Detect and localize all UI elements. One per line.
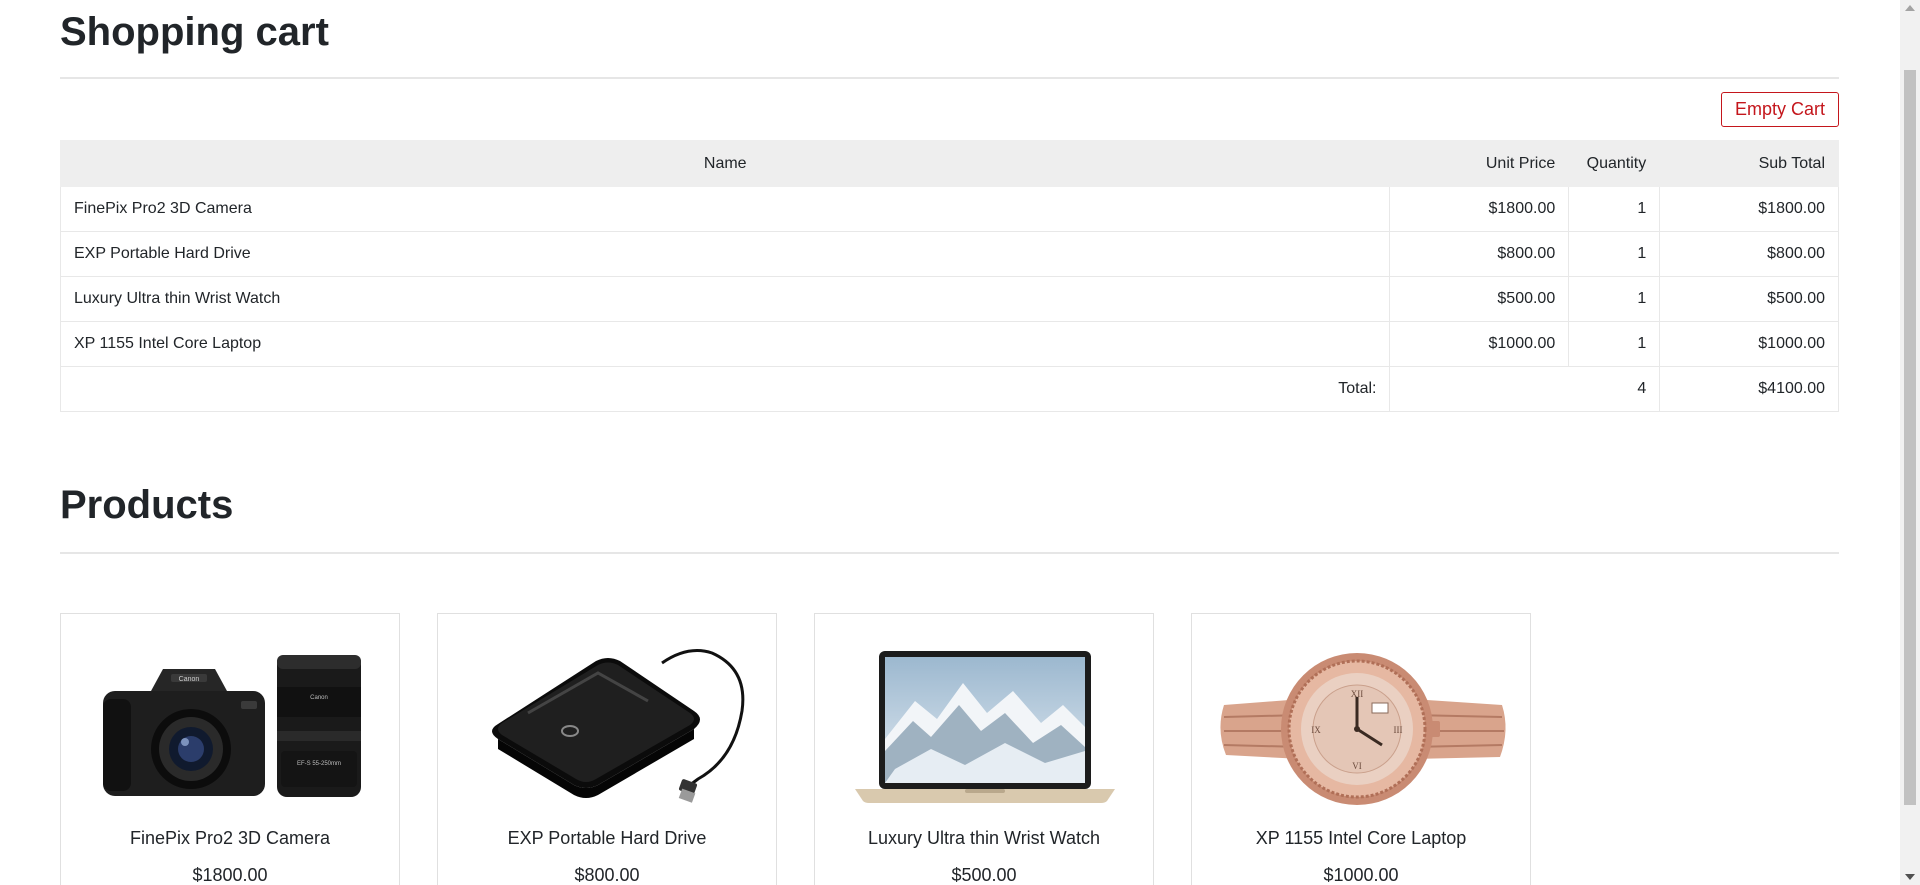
wrist-watch-image[interactable]: XII VI IX III xyxy=(1212,639,1510,809)
cart-table: Name Unit Price Quantity Sub Total FineP… xyxy=(59,140,1839,412)
camera-image[interactable]: Canon Canon EF-S 55-250mm xyxy=(81,639,379,809)
svg-text:IX: IX xyxy=(1311,725,1321,735)
total-label: Total: xyxy=(59,366,1391,412)
svg-text:EF-S 55-250mm: EF-S 55-250mm xyxy=(297,761,341,767)
column-header-sub-total: Sub Total xyxy=(1659,140,1839,187)
product-price: $1800.00 xyxy=(192,865,268,885)
products-title: Products xyxy=(60,483,234,527)
cell-name: FinePix Pro2 3D Camera xyxy=(59,186,1391,232)
product-card[interactable]: XII VI IX III XP 1155 Intel Core Laptop … xyxy=(1191,613,1531,885)
product-card[interactable]: Luxury Ultra thin Wrist Watch $500.00 xyxy=(814,613,1154,885)
scroll-up-arrow-icon[interactable] xyxy=(1905,5,1915,11)
column-header-unit-price: Unit Price xyxy=(1389,140,1570,187)
cell-sub-total: $500.00 xyxy=(1659,276,1839,322)
total-amount: $4100.00 xyxy=(1659,366,1839,412)
cell-name: XP 1155 Intel Core Laptop xyxy=(59,321,1391,367)
cell-quantity: 1 xyxy=(1568,186,1661,232)
table-row: FinePix Pro2 3D Camera $1800.00 1 $1800.… xyxy=(59,186,1839,232)
product-name[interactable]: Luxury Ultra thin Wrist Watch xyxy=(815,828,1153,849)
table-row: Luxury Ultra thin Wrist Watch $500.00 1 … xyxy=(59,276,1839,322)
cell-name: Luxury Ultra thin Wrist Watch xyxy=(59,276,1391,322)
total-quantity: 4 xyxy=(1389,366,1661,412)
product-name[interactable]: EXP Portable Hard Drive xyxy=(438,828,776,849)
scroll-down-arrow-icon[interactable] xyxy=(1905,874,1915,880)
product-price: $1000.00 xyxy=(1323,865,1399,885)
cell-quantity: 1 xyxy=(1568,231,1661,277)
cell-unit-price: $1000.00 xyxy=(1389,321,1570,367)
cart-divider xyxy=(60,77,1839,79)
column-header-quantity: Quantity xyxy=(1568,140,1661,187)
vertical-scrollbar[interactable] xyxy=(1900,0,1920,885)
total-row: Total: 4 $4100.00 xyxy=(59,366,1839,412)
svg-text:Canon: Canon xyxy=(310,695,328,701)
table-row: EXP Portable Hard Drive $800.00 1 $800.0… xyxy=(59,231,1839,277)
scrollbar-thumb[interactable] xyxy=(1904,70,1916,805)
cell-quantity: 1 xyxy=(1568,321,1661,367)
svg-text:III: III xyxy=(1394,725,1403,735)
products-divider xyxy=(60,552,1839,554)
cell-unit-price: $500.00 xyxy=(1389,276,1570,322)
laptop-image[interactable] xyxy=(835,639,1133,809)
cell-unit-price: $800.00 xyxy=(1389,231,1570,277)
hard-drive-image[interactable] xyxy=(458,639,756,809)
cell-sub-total: $1800.00 xyxy=(1659,186,1839,232)
product-price: $800.00 xyxy=(574,865,640,885)
product-price: $500.00 xyxy=(951,865,1017,885)
page: Shopping cart Empty Cart Name Unit Price… xyxy=(0,0,1920,885)
product-name[interactable]: FinePix Pro2 3D Camera xyxy=(61,828,399,849)
product-card[interactable]: Canon Canon EF-S 55-250mm FinePix Pro2 3… xyxy=(60,613,400,885)
cart-header-row: Name Unit Price Quantity Sub Total xyxy=(59,140,1839,187)
product-name[interactable]: XP 1155 Intel Core Laptop xyxy=(1192,828,1530,849)
cell-quantity: 1 xyxy=(1568,276,1661,322)
cell-unit-price: $1800.00 xyxy=(1389,186,1570,232)
table-row: XP 1155 Intel Core Laptop $1000.00 1 $10… xyxy=(59,321,1839,367)
column-header-name: Name xyxy=(59,140,1391,187)
svg-text:VI: VI xyxy=(1352,761,1362,771)
cell-name: EXP Portable Hard Drive xyxy=(59,231,1391,277)
cell-sub-total: $800.00 xyxy=(1659,231,1839,277)
cart-title: Shopping cart xyxy=(60,10,329,54)
cell-sub-total: $1000.00 xyxy=(1659,321,1839,367)
product-card[interactable]: EXP Portable Hard Drive $800.00 xyxy=(437,613,777,885)
svg-text:Canon: Canon xyxy=(179,676,200,683)
empty-cart-button[interactable]: Empty Cart xyxy=(1720,92,1839,127)
